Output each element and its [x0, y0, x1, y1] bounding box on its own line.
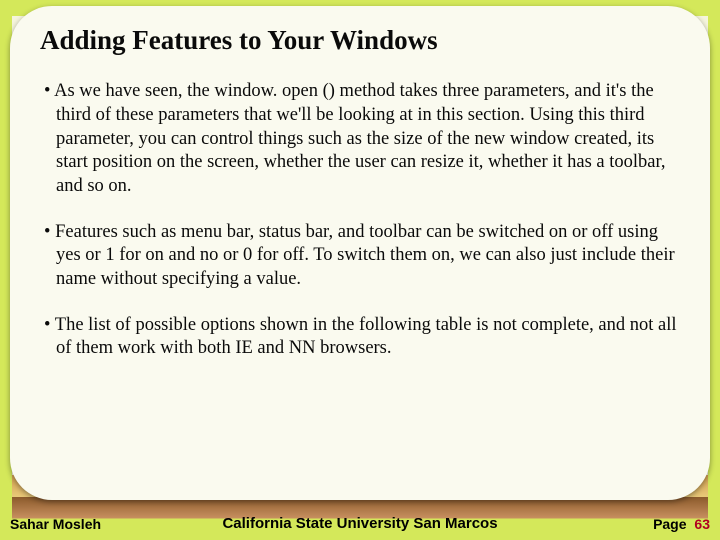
bullet-item: Features such as menu bar, status bar, a…	[40, 221, 680, 292]
bullet-item: As we have seen, the window. open () met…	[40, 80, 680, 198]
author-name: Sahar Mosleh	[10, 516, 101, 532]
slide-footer: Sahar Mosleh California State University…	[0, 506, 720, 534]
slide-card: Adding Features to Your Windows As we ha…	[10, 6, 710, 500]
page-indicator: Page 63	[653, 516, 710, 532]
slide-title: Adding Features to Your Windows	[40, 24, 680, 56]
university-name: California State University San Marcos	[222, 515, 497, 532]
page-label: Page	[653, 516, 686, 532]
bullet-item: The list of possible options shown in th…	[40, 314, 680, 361]
page-number: 63	[694, 516, 710, 532]
